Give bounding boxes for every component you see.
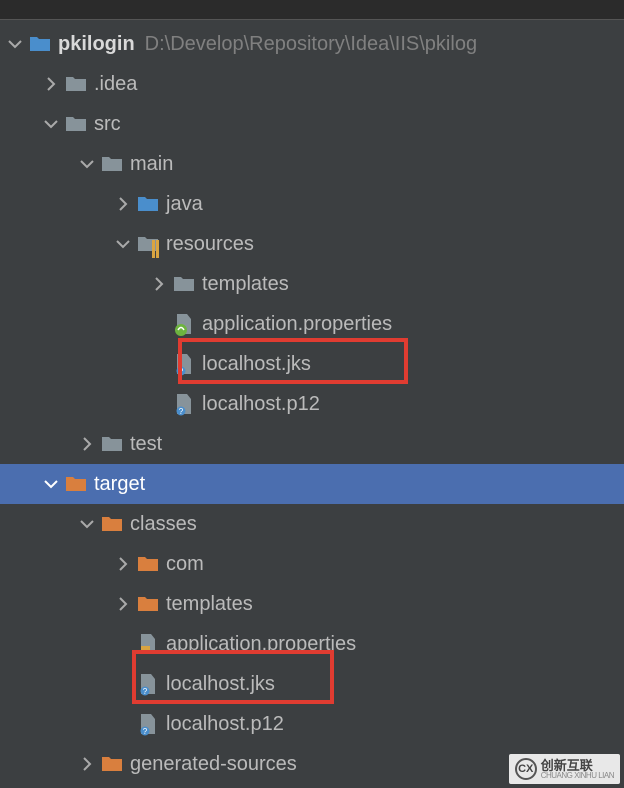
chevron-down-icon[interactable] <box>110 237 136 251</box>
folder-icon <box>100 152 124 176</box>
watermark-logo-icon: CX <box>515 758 537 780</box>
watermark-cn-text: 创新互联 <box>541 759 614 772</box>
tree-node-app-properties[interactable]: application.properties <box>0 304 624 344</box>
tree-node-templates[interactable]: templates <box>0 264 624 304</box>
tree-item-label: test <box>130 433 162 456</box>
chevron-right-icon[interactable] <box>146 277 172 291</box>
tree-item-label: resources <box>166 233 254 256</box>
excluded-folder-icon <box>64 472 88 496</box>
folder-icon <box>64 112 88 136</box>
module-folder-icon <box>28 32 52 56</box>
tree-node-idea[interactable]: .idea <box>0 64 624 104</box>
tree-item-label: localhost.jks <box>202 353 311 376</box>
chevron-right-icon[interactable] <box>38 77 64 91</box>
tree-item-label: src <box>94 113 121 136</box>
svg-text:?: ? <box>143 727 148 736</box>
chevron-down-icon[interactable] <box>74 517 100 531</box>
tree-node-src[interactable]: src <box>0 104 624 144</box>
tree-item-label: localhost.jks <box>166 673 275 696</box>
tree-item-label: .idea <box>94 73 137 96</box>
tree-node-classes[interactable]: classes <box>0 504 624 544</box>
tree-node-resources[interactable]: resources <box>0 224 624 264</box>
tree-node-app-properties-2[interactable]: application.properties <box>0 624 624 664</box>
chevron-right-icon[interactable] <box>110 557 136 571</box>
project-path-label: D:\Develop\Repository\Idea\IIS\pkilog <box>145 33 477 56</box>
tree-item-label: generated-sources <box>130 753 297 776</box>
tree-node-localhost-p12-2[interactable]: ? localhost.p12 <box>0 704 624 744</box>
chevron-right-icon[interactable] <box>110 197 136 211</box>
tree-item-label: localhost.p12 <box>202 393 320 416</box>
tree-item-label: classes <box>130 513 197 536</box>
tree-item-label: application.properties <box>166 633 356 656</box>
tree-node-localhost-jks-2[interactable]: ? localhost.jks <box>0 664 624 704</box>
tree-item-label: localhost.p12 <box>166 713 284 736</box>
excluded-folder-icon <box>100 512 124 536</box>
tree-node-java[interactable]: java <box>0 184 624 224</box>
tree-item-label: target <box>94 473 145 496</box>
source-folder-icon <box>136 192 160 216</box>
spring-config-icon <box>172 312 196 336</box>
chevron-down-icon[interactable] <box>38 477 64 491</box>
tree-item-label: templates <box>202 273 289 296</box>
excluded-folder-icon <box>100 752 124 776</box>
watermark-en-text: CHUANG XINHU LIAN <box>541 772 614 780</box>
folder-icon <box>100 432 124 456</box>
project-name-label: pkilogin <box>58 33 135 56</box>
tree-item-label: application.properties <box>202 313 392 336</box>
chevron-right-icon[interactable] <box>110 597 136 611</box>
file-icon: ? <box>136 672 160 696</box>
resources-folder-icon <box>136 232 160 256</box>
tree-node-localhost-jks[interactable]: ? localhost.jks <box>0 344 624 384</box>
tree-node-target[interactable]: target <box>0 464 624 504</box>
top-toolbar <box>0 0 624 20</box>
project-tree: pkilogin D:\Develop\Repository\Idea\IIS\… <box>0 20 624 784</box>
tree-item-label: main <box>130 153 173 176</box>
svg-text:?: ? <box>143 687 148 696</box>
file-icon <box>136 632 160 656</box>
tree-item-label: com <box>166 553 204 576</box>
tree-node-main[interactable]: main <box>0 144 624 184</box>
svg-text:?: ? <box>179 407 184 416</box>
tree-node-templates-2[interactable]: templates <box>0 584 624 624</box>
excluded-folder-icon <box>136 592 160 616</box>
file-icon: ? <box>136 712 160 736</box>
chevron-right-icon[interactable] <box>74 437 100 451</box>
svg-text:?: ? <box>179 367 184 376</box>
excluded-folder-icon <box>136 552 160 576</box>
tree-node-localhost-p12[interactable]: ? localhost.p12 <box>0 384 624 424</box>
chevron-right-icon[interactable] <box>74 757 100 771</box>
file-icon: ? <box>172 392 196 416</box>
tree-item-label: java <box>166 193 203 216</box>
chevron-down-icon[interactable] <box>2 37 28 51</box>
folder-icon <box>172 272 196 296</box>
tree-item-label: templates <box>166 593 253 616</box>
file-icon: ? <box>172 352 196 376</box>
tree-node-com[interactable]: com <box>0 544 624 584</box>
chevron-down-icon[interactable] <box>38 117 64 131</box>
watermark: CX 创新互联 CHUANG XINHU LIAN <box>509 754 620 784</box>
tree-node-test[interactable]: test <box>0 424 624 464</box>
chevron-down-icon[interactable] <box>74 157 100 171</box>
tree-node-root[interactable]: pkilogin D:\Develop\Repository\Idea\IIS\… <box>0 24 624 64</box>
folder-icon <box>64 72 88 96</box>
